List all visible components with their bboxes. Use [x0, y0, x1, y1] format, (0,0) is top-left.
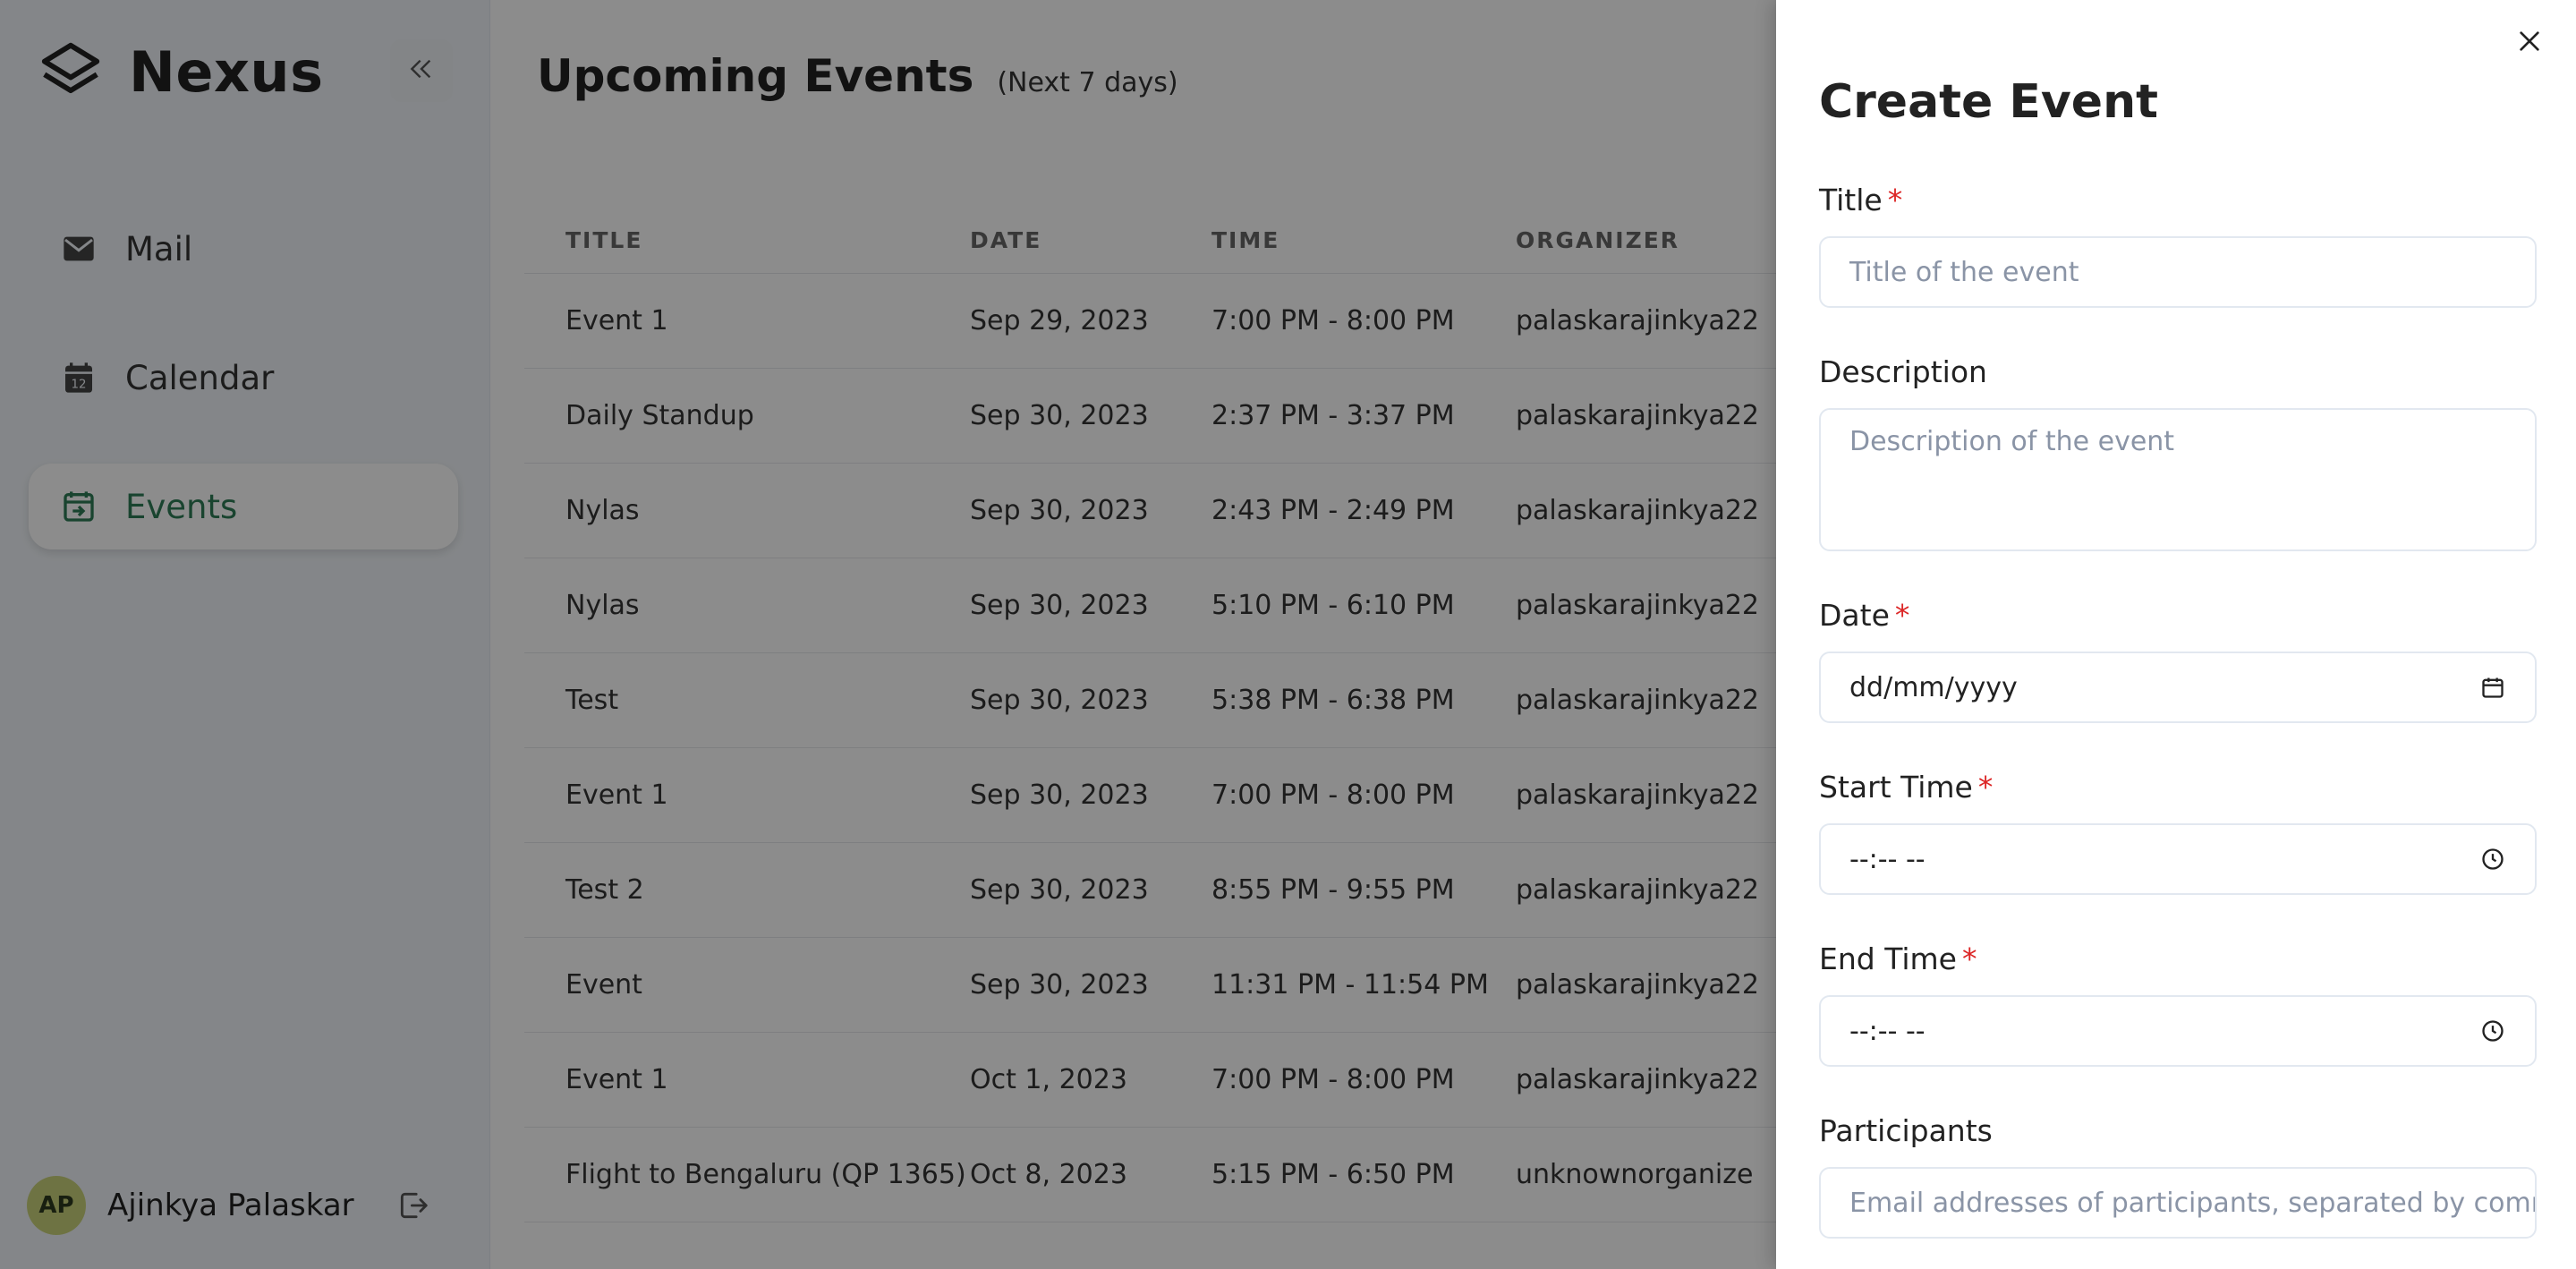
end-time-label: End Time * [1819, 941, 1977, 976]
end-time-value: --:-- -- [1849, 1015, 1926, 1047]
modal-overlay[interactable] [0, 0, 1776, 1269]
required-mark: * [1961, 941, 1977, 976]
required-mark: * [1977, 770, 1994, 805]
date-label-text: Date [1819, 598, 1890, 633]
end-time-label-text: End Time [1819, 941, 1957, 976]
close-icon [2515, 27, 2544, 59]
description-label: Description [1819, 354, 1987, 389]
required-mark: * [1887, 183, 1903, 217]
create-event-drawer: Create Event Title * Title of the event D… [1776, 0, 2576, 1269]
participants-label: Participants [1819, 1113, 1993, 1148]
date-value: dd/mm/yyyy [1849, 671, 2018, 703]
clock-icon[interactable] [2478, 1016, 2508, 1046]
drawer-title: Create Event [1819, 75, 2158, 129]
required-mark: * [1894, 598, 1910, 633]
start-time-label: Start Time * [1819, 770, 1993, 805]
title-label: Title * [1819, 183, 1902, 217]
title-input[interactable]: Title of the event [1819, 236, 2537, 308]
start-time-input[interactable]: --:-- -- [1819, 823, 2537, 895]
clock-icon[interactable] [2478, 844, 2508, 874]
title-label-text: Title [1819, 183, 1883, 217]
start-time-label-text: Start Time [1819, 770, 1973, 805]
close-button[interactable] [2510, 23, 2549, 63]
date-input[interactable]: dd/mm/yyyy [1819, 652, 2537, 723]
calendar-picker-icon[interactable] [2478, 672, 2508, 703]
participants-input[interactable]: Email addresses of participants, separat… [1819, 1167, 2537, 1239]
end-time-input[interactable]: --:-- -- [1819, 995, 2537, 1067]
date-label: Date * [1819, 598, 1909, 633]
description-textarea[interactable]: Description of the event [1819, 408, 2537, 551]
start-time-value: --:-- -- [1849, 843, 1926, 875]
